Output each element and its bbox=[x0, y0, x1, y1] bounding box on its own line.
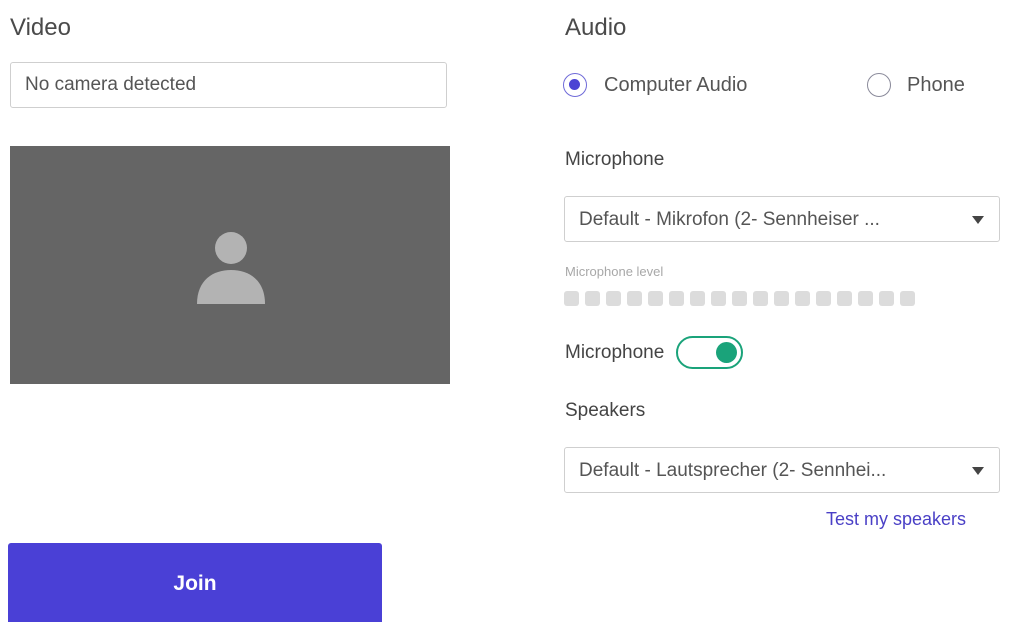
microphone-level-label: Microphone level bbox=[565, 264, 664, 279]
microphone-level-segment bbox=[606, 291, 621, 306]
microphone-toggle-label: Microphone bbox=[565, 341, 665, 363]
microphone-level-segment bbox=[774, 291, 789, 306]
phone-radio-option[interactable]: Phone bbox=[867, 73, 965, 97]
computer-audio-radio[interactable] bbox=[563, 73, 587, 97]
computer-audio-label: Computer Audio bbox=[604, 73, 748, 96]
microphone-level-segment bbox=[795, 291, 810, 306]
microphone-level-segment bbox=[585, 291, 600, 306]
chevron-down-icon bbox=[972, 467, 984, 475]
microphone-toggle[interactable] bbox=[676, 336, 744, 369]
speakers-select[interactable]: Default - Lautsprecher (2- Sennhei... bbox=[564, 447, 1000, 493]
microphone-level-segment bbox=[732, 291, 747, 306]
microphone-level-segment bbox=[837, 291, 852, 306]
microphone-level-segment bbox=[669, 291, 684, 306]
microphone-select[interactable]: Default - Mikrofon (2- Sennheiser ... bbox=[564, 196, 1000, 242]
user-avatar-icon bbox=[197, 232, 265, 304]
microphone-level-segment bbox=[627, 291, 642, 306]
join-button[interactable]: Join bbox=[8, 543, 382, 622]
speakers-label: Speakers bbox=[565, 400, 646, 421]
microphone-level-segment bbox=[564, 291, 579, 306]
microphone-level-segment bbox=[900, 291, 915, 306]
test-speakers-link[interactable]: Test my speakers bbox=[826, 509, 966, 530]
microphone-level-meter bbox=[564, 291, 915, 306]
microphone-level-segment bbox=[858, 291, 873, 306]
phone-radio[interactable] bbox=[867, 73, 891, 97]
microphone-label: Microphone bbox=[565, 149, 665, 170]
speakers-select-value: Default - Lautsprecher (2- Sennhei... bbox=[579, 460, 887, 481]
microphone-level-segment bbox=[879, 291, 894, 306]
microphone-select-value: Default - Mikrofon (2- Sennheiser ... bbox=[579, 209, 880, 230]
video-section-title: Video bbox=[10, 14, 71, 41]
microphone-toggle-row: Microphone bbox=[565, 336, 744, 369]
camera-status-text: No camera detected bbox=[25, 74, 197, 95]
microphone-level-segment bbox=[648, 291, 663, 306]
chevron-down-icon bbox=[972, 216, 984, 224]
camera-select[interactable]: No camera detected bbox=[10, 62, 447, 108]
audio-section-title: Audio bbox=[565, 14, 627, 41]
microphone-level-segment bbox=[816, 291, 831, 306]
microphone-level-segment bbox=[753, 291, 768, 306]
toggle-knob bbox=[716, 342, 738, 363]
phone-label: Phone bbox=[907, 73, 965, 96]
microphone-level-segment bbox=[711, 291, 726, 306]
computer-audio-radio-option[interactable]: Computer Audio bbox=[563, 73, 747, 97]
video-preview bbox=[10, 146, 450, 384]
microphone-level-segment bbox=[690, 291, 705, 306]
